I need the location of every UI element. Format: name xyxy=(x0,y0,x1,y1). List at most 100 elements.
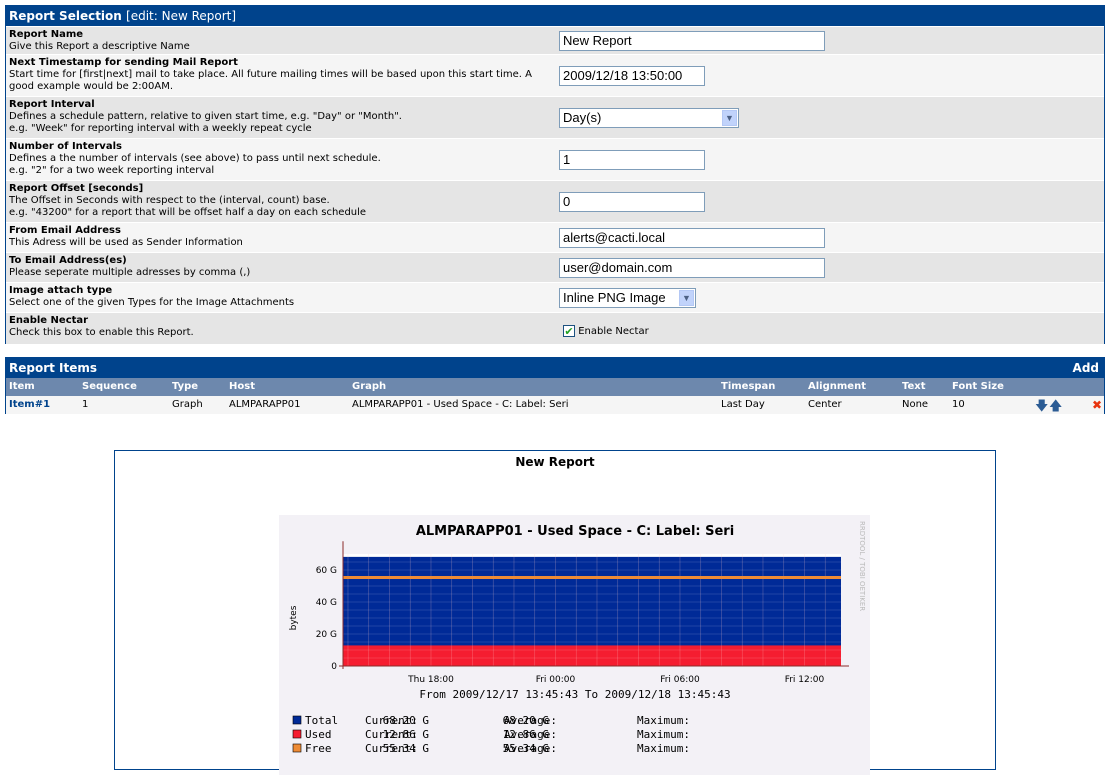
field-title: Number of Intervals xyxy=(9,141,122,152)
field-title: Report Name xyxy=(9,29,84,40)
field-label: Image attach type Select one of the given… xyxy=(9,285,557,309)
item-link[interactable]: Item#1 xyxy=(9,399,50,410)
column-header[interactable]: Type xyxy=(172,381,198,392)
field-title: Report Interval xyxy=(9,99,95,110)
table-row: Item#1 1 Graph ALMPARAPP01 ALMPARAPP01 - Use… xyxy=(6,396,1104,414)
legend-name: Total xyxy=(305,714,338,727)
report-interval-select[interactable]: Day(s) ▼ xyxy=(559,108,739,128)
form-row: Report Interval Defines a schedule patter… xyxy=(6,96,1104,138)
panel-header: Report Selection [edit: New Report] xyxy=(6,6,1104,26)
column-header[interactable]: Text xyxy=(902,381,926,392)
chevron-down-icon: ▼ xyxy=(722,110,737,126)
form-row: Next Timestamp for sending Mail Report St… xyxy=(6,54,1104,96)
field-label: To Email Address(es) Please seperate mult… xyxy=(9,255,557,279)
field-description: This Adress will be used as Sender Infor… xyxy=(9,237,243,248)
legend-value: 12.86 G xyxy=(503,728,549,741)
field-input[interactable]: 0 xyxy=(559,192,705,212)
cell-graph: ALMPARAPP01 - Used Space - C: Label: Ser… xyxy=(352,399,569,410)
field-title: Image attach type xyxy=(9,285,113,296)
legend-name: Free xyxy=(305,742,332,755)
chart-title: ALMPARAPP01 - Used Space - C: Label: Ser… xyxy=(416,524,734,539)
items-header: Report Items Add xyxy=(6,358,1104,378)
legend-value: 55.34 G xyxy=(383,742,429,755)
graph-image: ALMPARAPP01 - Used Space - C: Label: Ser… xyxy=(279,515,870,775)
form-row: Enable Nectar Check this box to enable th… xyxy=(6,312,1104,344)
legend-swatch xyxy=(292,715,302,725)
field-label: Report Name Give this Report a descriptiv… xyxy=(9,29,557,53)
form-row: Image attach type Select one of the given… xyxy=(6,282,1104,312)
legend-swatch xyxy=(292,729,302,739)
field-label: Next Timestamp for sending Mail Report St… xyxy=(9,57,557,93)
field-description: Check this box to enable this Report. xyxy=(9,327,194,338)
field-description: The Offset in Seconds with respect to th… xyxy=(9,195,367,218)
legend-value: 55.34 G xyxy=(503,742,549,755)
field-label: Report Offset [seconds] The Offset in Sec… xyxy=(9,183,557,219)
field-description: Defines a the number of intervals (see a… xyxy=(9,153,381,176)
items-title: Report Items xyxy=(9,361,98,375)
panel-title: Report Selection xyxy=(9,9,122,23)
field-description: Start time for [first|next] mail to take… xyxy=(9,69,532,92)
checkbox-label[interactable]: Enable Nectar xyxy=(578,326,649,337)
report-items-panel: Report Items Add Item Sequence Type Host Grap… xyxy=(5,357,1105,414)
x-tick-label: Fri 00:00 xyxy=(536,675,576,685)
legend-value: 68.20 G xyxy=(383,714,429,727)
panel-subtitle: [edit: New Report] xyxy=(126,9,237,23)
enable-nectar-checkbox[interactable]: ✔ xyxy=(563,325,575,337)
move-up-icon[interactable]: 🡅 xyxy=(1049,397,1062,419)
selected-value: Day(s) xyxy=(563,110,602,125)
column-header[interactable]: Item xyxy=(9,381,35,392)
column-header[interactable]: Font Size xyxy=(952,381,1004,392)
form-rows: Report Name Give this Report a descriptiv… xyxy=(6,26,1104,344)
column-header[interactable]: Host xyxy=(229,381,255,392)
field-label: From Email Address This Adress will be us… xyxy=(9,225,557,249)
report-preview: New Report ALMPARAPP01 - Used Space - C:… xyxy=(114,450,996,775)
add-button[interactable]: Add xyxy=(1073,358,1099,378)
watermark: RRDTOOL / TOBI OETIKER xyxy=(858,521,866,611)
column-header[interactable]: Sequence xyxy=(82,381,137,392)
field-description: Defines a schedule pattern, relative to … xyxy=(9,111,402,134)
field-label: Report Interval Defines a schedule patter… xyxy=(9,99,557,135)
field-description: Select one of the given Types for the Im… xyxy=(9,297,295,308)
report-selection-panel: Report Selection [edit: New Report] Repo… xyxy=(5,5,1105,344)
field-title: Next Timestamp for sending Mail Report xyxy=(9,57,238,68)
x-tick-label: Fri 06:00 xyxy=(660,675,700,685)
field-title: Report Offset [seconds] xyxy=(9,183,144,194)
y-tick-label: 40 G xyxy=(316,598,337,608)
image-type-select[interactable]: Inline PNG Image ▼ xyxy=(559,288,696,308)
field-input[interactable]: user@domain.com xyxy=(559,258,825,278)
legend-swatch xyxy=(292,743,302,753)
chart-subtitle: From 2009/12/17 13:45:43 To 2009/12/18 1… xyxy=(419,688,730,701)
cell-type: Graph xyxy=(172,399,203,410)
delete-icon[interactable]: ✖ xyxy=(1092,398,1102,412)
y-tick-label: 0 xyxy=(331,662,337,672)
cell-sequence: 1 xyxy=(82,399,89,410)
x-tick-label: Fri 12:00 xyxy=(785,675,825,685)
y-tick-label: 60 G xyxy=(316,566,337,576)
cell-host: ALMPARAPP01 xyxy=(229,399,301,410)
legend-stat-label: Maximum: xyxy=(637,714,690,727)
field-input[interactable]: alerts@cacti.local xyxy=(559,228,825,248)
field-input[interactable]: 1 xyxy=(559,150,705,170)
selected-value: Inline PNG Image xyxy=(563,290,666,305)
cell-item: Item#1 xyxy=(9,399,50,410)
form-row: Number of Intervals Defines a the number … xyxy=(6,138,1104,180)
legend-value: 12.86 G xyxy=(383,728,429,741)
field-input[interactable]: 2009/12/18 13:50:00 xyxy=(559,66,705,86)
form-row: Report Offset [seconds] The Offset in Sec… xyxy=(6,180,1104,222)
cell-font_size: 10 xyxy=(952,399,965,410)
form-row: From Email Address This Adress will be us… xyxy=(6,222,1104,252)
legend-name: Used xyxy=(305,728,332,741)
field-description: Give this Report a descriptive Name xyxy=(9,41,190,52)
items-column-headers: Item Sequence Type Host Graph Timespan Alignme… xyxy=(6,378,1104,396)
field-label: Number of Intervals Defines a the number … xyxy=(9,141,557,177)
column-header[interactable]: Alignment xyxy=(808,381,866,392)
column-header[interactable]: Graph xyxy=(352,381,386,392)
field-label: Enable Nectar Check this box to enable th… xyxy=(9,315,557,339)
x-tick-label: Thu 18:00 xyxy=(407,675,454,685)
cell-timespan: Last Day xyxy=(721,399,765,410)
field-title: From Email Address xyxy=(9,225,121,236)
column-header[interactable]: Timespan xyxy=(721,381,775,392)
y-axis-label: bytes xyxy=(289,605,299,630)
move-down-icon[interactable]: 🡇 xyxy=(1035,397,1048,419)
field-input[interactable]: New Report xyxy=(559,31,825,51)
